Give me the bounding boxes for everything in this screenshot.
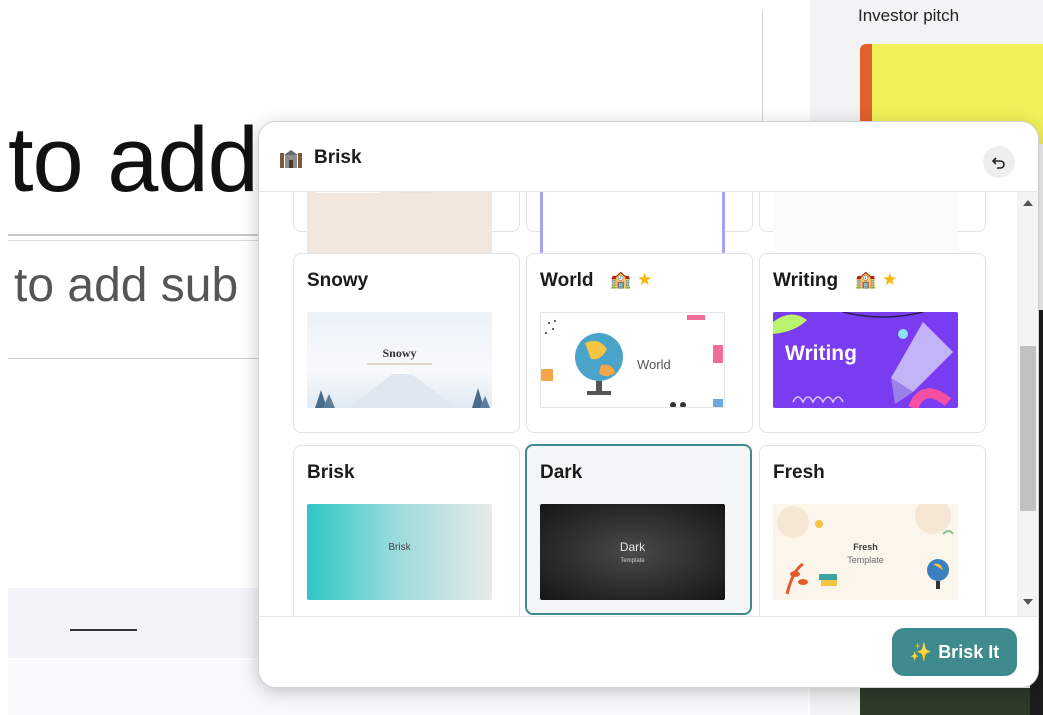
- popup-footer: ✨ Brisk It: [259, 616, 1038, 687]
- scrollbar-thumb[interactable]: [1020, 346, 1036, 511]
- side-panel-title: Investor pitch: [858, 6, 960, 25]
- template-badges: 🏫 ★: [855, 270, 897, 290]
- brisk-it-label: Brisk It: [938, 641, 1000, 662]
- template-label: Writing: [773, 270, 839, 291]
- star-icon: ★: [882, 270, 898, 289]
- brisk-popup: Brisk Snowy Snowy World 🏫 ★ World Writin…: [258, 121, 1039, 688]
- template-thumbnail: World: [540, 312, 725, 408]
- template-card-fresh[interactable]: Fresh Fresh Template: [759, 445, 986, 616]
- star-icon: ★: [637, 270, 653, 289]
- template-label: Brisk: [307, 462, 355, 483]
- template-thumbnail: Snowy: [307, 312, 492, 408]
- brisk-logo-icon: [280, 150, 302, 168]
- template-card[interactable]: [759, 192, 986, 257]
- template-thumbnail: Brisk: [307, 504, 492, 600]
- template-card-snowy[interactable]: Snowy Snowy: [293, 253, 520, 433]
- template-card[interactable]: [293, 192, 520, 257]
- back-button[interactable]: [983, 146, 1015, 178]
- thumbnail-text: Writing: [785, 342, 857, 365]
- thumbnail-text: Dark: [619, 540, 646, 554]
- thumbnail-text: Snowy: [382, 346, 417, 360]
- thumbnail-text: World: [637, 357, 671, 372]
- thumbnail-subtext: Template: [847, 555, 884, 565]
- thumbnail-subtext: Template: [620, 558, 645, 564]
- sparkle-icon: ✨: [909, 641, 933, 662]
- template-card-writing[interactable]: Writing 🏫 ★ Writing: [759, 253, 986, 433]
- divider: [8, 234, 268, 236]
- screen: to add to add sub Investor pitch Brisk S…: [0, 0, 1043, 715]
- brand-name: Brisk: [314, 147, 362, 168]
- scroll-down-icon[interactable]: [1023, 599, 1033, 605]
- divider: [762, 10, 763, 122]
- template-card-brisk[interactable]: Brisk Brisk: [293, 445, 520, 616]
- slide-title[interactable]: to add: [8, 108, 259, 213]
- template-label: Dark: [540, 462, 583, 483]
- template-thumbnail: [307, 192, 492, 257]
- undo-icon: [992, 157, 1005, 169]
- scroll-up-icon[interactable]: [1023, 200, 1033, 206]
- template-card-dark[interactable]: Dark Dark Template: [525, 444, 752, 615]
- template-thumbnail: Writing: [773, 312, 958, 408]
- popup-header: Brisk: [259, 122, 1038, 192]
- school-icon: 🏫: [610, 270, 632, 289]
- template-thumbnail: Dark Template: [540, 504, 725, 600]
- scrollbar[interactable]: [1017, 192, 1038, 616]
- thumbnail-text: Brisk: [388, 542, 411, 553]
- speaker-notes-area[interactable]: [8, 588, 263, 658]
- notes-dash: [70, 629, 137, 631]
- template-grid: Snowy Snowy World 🏫 ★ World Writing 🏫 ★ …: [259, 192, 1019, 616]
- divider: [8, 358, 268, 359]
- slide-subtitle[interactable]: to add sub: [14, 258, 238, 313]
- brisk-it-button[interactable]: ✨ Brisk It: [892, 628, 1017, 676]
- template-thumbnail: Fresh Template: [773, 504, 958, 600]
- template-card-world[interactable]: World 🏫 ★ World: [526, 253, 753, 433]
- thumbnail-text: Fresh: [853, 542, 878, 552]
- template-thumbnail: [773, 192, 958, 257]
- globe-illustration: [541, 315, 723, 407]
- divider: [8, 240, 268, 241]
- template-label: Snowy: [307, 270, 369, 291]
- school-supplies-illustration: [777, 504, 954, 595]
- school-icon: 🏫: [855, 270, 877, 289]
- template-label: Fresh: [773, 462, 825, 483]
- template-card[interactable]: [526, 192, 753, 257]
- slide-thumbnail[interactable]: [860, 688, 1030, 715]
- template-badges: 🏫 ★: [610, 270, 652, 290]
- template-label: World: [540, 270, 594, 291]
- template-thumbnail: [540, 192, 725, 257]
